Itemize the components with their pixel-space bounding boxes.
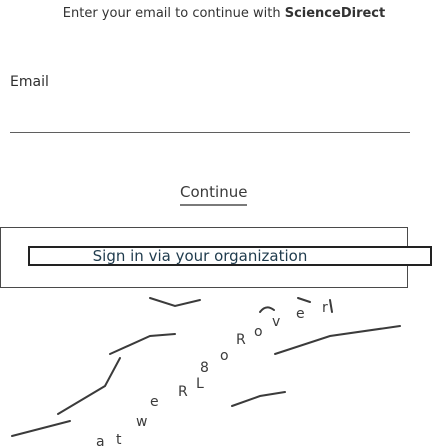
sign-in-organization-label: Sign in via your organization <box>92 247 308 265</box>
login-prompt-text: Enter your email to continue with <box>62 6 285 21</box>
sign-in-organization-button[interactable]: Sign in via your organization <box>28 246 432 266</box>
continue-button[interactable]: Continue <box>180 180 248 206</box>
login-prompt: Enter your email to continue with Scienc… <box>0 6 448 21</box>
email-field[interactable] <box>10 110 410 133</box>
svg-text:o: o <box>254 324 263 340</box>
svg-text:L: L <box>196 376 204 392</box>
svg-text:e: e <box>296 306 305 322</box>
svg-text:e: e <box>150 394 159 410</box>
svg-text:r: r <box>322 300 328 316</box>
scribble-illustration-icon: R o v e r o 8 L R e w t a <box>11 297 401 448</box>
svg-text:R: R <box>236 332 246 348</box>
svg-text:v: v <box>272 314 280 330</box>
svg-text:t: t <box>116 432 122 448</box>
svg-text:a: a <box>96 434 105 448</box>
email-label: Email <box>10 74 49 90</box>
svg-text:8: 8 <box>200 360 209 376</box>
svg-text:w: w <box>136 414 147 430</box>
svg-text:o: o <box>220 348 229 364</box>
svg-text:R: R <box>178 384 188 400</box>
brand-name: ScienceDirect <box>284 6 386 21</box>
